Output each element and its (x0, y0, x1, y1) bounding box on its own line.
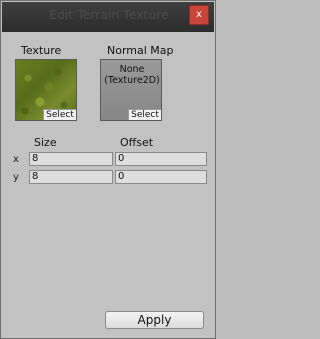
y-axis-label: y (13, 172, 19, 183)
apply-button[interactable]: Apply (105, 311, 204, 329)
offset-x-field[interactable]: 0 (115, 152, 207, 166)
close-icon: x (196, 9, 202, 20)
normal-map-select-button[interactable]: Select (128, 109, 161, 120)
edit-terrain-texture-window: Edit Terrain Texture x Texture Normal Ma… (0, 0, 216, 339)
texture-slot[interactable]: Select (15, 59, 77, 121)
normal-map-slot[interactable]: None (Texture2D) Select (100, 59, 162, 121)
normal-map-value: None (Texture2D) (101, 64, 161, 86)
size-y-field[interactable]: 8 (29, 170, 113, 184)
window-title: Edit Terrain Texture (49, 8, 169, 22)
normal-map-value-line2: (Texture2D) (104, 75, 160, 86)
size-x-field[interactable]: 8 (29, 152, 113, 166)
size-label: Size (34, 136, 57, 149)
x-axis-label: x (13, 154, 19, 165)
normal-map-label: Normal Map (107, 44, 174, 57)
close-button[interactable]: x (189, 5, 209, 25)
offset-label: Offset (120, 136, 154, 149)
texture-label: Texture (21, 44, 62, 57)
normal-map-value-line1: None (119, 64, 145, 75)
texture-select-button[interactable]: Select (43, 109, 76, 120)
offset-y-field[interactable]: 0 (115, 170, 207, 184)
